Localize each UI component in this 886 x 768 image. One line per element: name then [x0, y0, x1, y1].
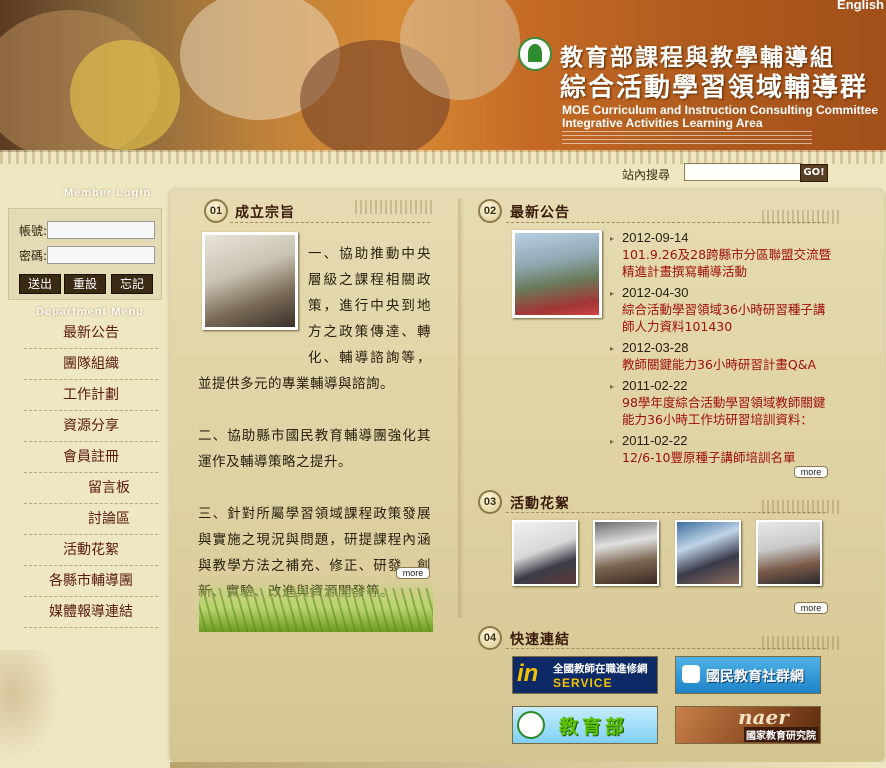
login-submit-button[interactable]: 送出 [19, 274, 61, 294]
community-link-title: 國民教育社群網 [706, 669, 804, 685]
section-number-badge: 01 [204, 199, 228, 223]
login-form: 帳號: 密碼: 送出 重設 忘記 [8, 208, 162, 300]
bullet-arrow-icon: ▸ [610, 437, 615, 446]
department-menu: 最新公告 團隊組織 工作計劃 資源分享 會員註冊 留言板 討論區 活動花絮 各縣市輔導團 媒體報導… [24, 318, 158, 628]
announcement-date: 2012-04-30 [622, 285, 689, 300]
forgot-password-button[interactable]: 忘記 [111, 274, 153, 294]
announcement-photo [512, 230, 602, 318]
menu-item[interactable]: 會員註冊 [24, 442, 158, 473]
menu-item[interactable]: 最新公告 [24, 318, 158, 349]
header-photo-shape [70, 40, 180, 150]
community-icon [682, 665, 700, 683]
login-reset-button[interactable]: 重設 [64, 274, 106, 294]
announcement-title[interactable]: 綜合活動學習領域36小時研習種子講師人力資料101430 [622, 301, 836, 335]
menu-item[interactable]: 活動花絮 [24, 535, 158, 566]
header-english-title: MOE Curriculum and Instruction Consultin… [562, 103, 879, 117]
menu-item[interactable]: 討論區 [24, 504, 158, 535]
member-login-heading: Member Login [64, 187, 152, 199]
grass-decoration [199, 580, 433, 632]
quick-links-section-title: 快速連結 [510, 632, 570, 648]
search-input[interactable] [684, 163, 802, 181]
section-ornament [355, 200, 435, 214]
teacher-in-logo: in [517, 660, 539, 687]
announcement-date: 2012-09-14 [622, 230, 689, 245]
password-input[interactable] [47, 246, 155, 264]
bullet-arrow-icon: ▸ [610, 382, 615, 391]
account-label: 帳號: [19, 224, 48, 238]
menu-item[interactable]: 資源分享 [24, 411, 158, 442]
section-ornament [762, 210, 842, 224]
menu-item[interactable]: 媒體報導連結 [24, 597, 158, 628]
menu-item[interactable]: 工作計劃 [24, 380, 158, 411]
section-number-badge: 02 [478, 199, 502, 223]
education-community-link[interactable]: 國民教育社群網 [675, 656, 821, 694]
department-menu-heading: Department Menu [36, 306, 144, 318]
announcement-item[interactable]: ▸ 2012-03-28 教師關鍵能力36小時研習計畫Q&A [610, 339, 836, 373]
site-header: English 教育部課程與教學輔導組 綜合活動學習領域輔導群 MOE Curr… [0, 0, 886, 152]
announcement-title[interactable]: 12/6-10豐原種子講師培訓名單 [622, 449, 836, 466]
header-decoration-stripe [0, 150, 886, 164]
naer-link-title: 國家教育研究院 [744, 727, 818, 742]
search-label: 站內搜尋 [622, 168, 671, 182]
announcement-title[interactable]: 98學年度綜合活動學習領域教師關鍵能力36小時工作坊研習培訓資料： [622, 394, 836, 428]
footer-bar [170, 762, 886, 768]
leaf-decoration [0, 650, 60, 760]
naer-link[interactable]: naer 國家教育研究院 [675, 706, 821, 744]
section-ornament [762, 500, 842, 514]
announcement-title[interactable]: 101.9.26及28跨縣市分區聯盟交流暨精進計畫撰寫輔導活動 [622, 246, 836, 280]
section-rule [230, 222, 430, 223]
announcement-date: 2012-03-28 [622, 340, 689, 355]
announcement-date: 2011-02-22 [622, 378, 688, 393]
gallery-photo[interactable] [675, 520, 741, 586]
bullet-arrow-icon: ▸ [610, 344, 615, 353]
gallery-photo[interactable] [756, 520, 822, 586]
menu-item[interactable]: 各縣市輔導團 [24, 566, 158, 597]
section-number-badge: 03 [478, 490, 502, 514]
header-fine-print [562, 131, 812, 147]
announcement-item[interactable]: ▸ 2011-02-22 98學年度綜合活動學習領域教師關鍵能力36小時工作坊研習培… [610, 377, 836, 428]
search-go-button[interactable]: GO! [800, 164, 828, 182]
purpose-section-title: 成立宗旨 [235, 205, 295, 221]
moe-emblem-icon [517, 711, 545, 739]
teacher-link-service: SERVICE [553, 676, 613, 690]
moe-logo-icon [518, 37, 552, 71]
purpose-more-button[interactable]: more [396, 567, 430, 579]
bullet-arrow-icon: ▸ [610, 234, 615, 243]
bullet-arrow-icon: ▸ [610, 289, 615, 298]
menu-item[interactable]: 留言板 [24, 473, 158, 504]
column-divider [458, 198, 464, 618]
announcement-item[interactable]: ▸ 2012-04-30 綜合活動學習領域36小時研習種子講師人力資料101430 [610, 284, 836, 335]
section-ornament [762, 636, 842, 650]
gallery-more-button[interactable]: more [794, 602, 828, 614]
announcements-more-button[interactable]: more [794, 466, 828, 478]
announcement-item[interactable]: ▸ 2012-09-14 101.9.26及28跨縣市分區聯盟交流暨精進計畫撰寫輔導… [610, 229, 836, 280]
header-subtitle: 綜合活動學習領域輔導群 [560, 73, 869, 103]
account-input[interactable] [47, 221, 155, 239]
announcement-item[interactable]: ▸ 2011-02-22 12/6-10豐原種子講師培訓名單 [610, 432, 836, 466]
teacher-training-link[interactable]: in 全國教師在職進修網 SERVICE [512, 656, 658, 694]
announcement-list: ▸ 2012-09-14 101.9.26及28跨縣市分區聯盟交流暨精進計畫撰寫輔導… [610, 229, 836, 470]
moe-link[interactable]: 教育部 [512, 706, 658, 744]
announcement-date: 2011-02-22 [622, 433, 688, 448]
announcements-section-title: 最新公告 [510, 205, 570, 221]
password-label: 密碼: [19, 249, 48, 263]
purpose-paragraph: 二、協助縣市國民教育輔導團強化其運作及輔導策略之提升。 [198, 428, 431, 470]
english-link[interactable]: English [837, 0, 884, 12]
section-number-badge: 04 [478, 626, 502, 650]
header-english-subtitle: Integrative Activities Learning Area [562, 116, 763, 130]
moe-link-title: 教育部 [559, 716, 629, 738]
gallery-section-title: 活動花絮 [510, 496, 570, 512]
gallery-photo[interactable] [512, 520, 578, 586]
naer-wordmark: naer [738, 706, 789, 729]
announcement-title[interactable]: 教師關鍵能力36小時研習計畫Q&A [622, 356, 836, 373]
menu-item[interactable]: 團隊組織 [24, 349, 158, 380]
teacher-link-title: 全國教師在職進修網 [553, 663, 648, 675]
gallery-photo[interactable] [593, 520, 659, 586]
